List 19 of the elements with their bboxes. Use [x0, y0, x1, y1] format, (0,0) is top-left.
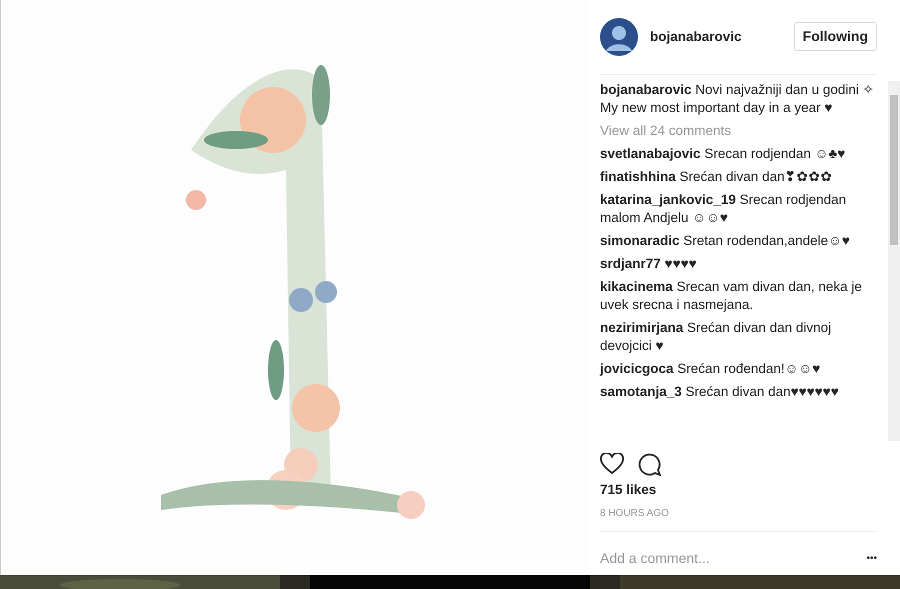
more-button[interactable]: ••• [866, 551, 877, 566]
following-button[interactable]: Following [794, 22, 877, 52]
scrollbar[interactable] [888, 80, 900, 441]
comment-text: simonaradic Sretan rodendan,andele☺♥ [600, 232, 851, 250]
comment-text: svetlanabajovic Srecan rodjendan ☺♣♥ [600, 144, 846, 163]
comment-text: nezirimirjana Srećan divan dan divnoj devojcici ♥ [600, 318, 832, 355]
comment-icon[interactable] [638, 452, 661, 476]
likes-count[interactable]: 715 likes [590, 480, 900, 500]
avatar[interactable] [600, 18, 638, 56]
heart-icon[interactable] [600, 452, 624, 475]
timestamp: 8 HOURS AGO [599, 507, 670, 521]
comment-text: kikacinema Srecan vam divan dan, neka je uvek srecna i nasmejana. [600, 278, 863, 314]
comment-text: finatishhina Srećan divan dan❣✿✿✿ [600, 168, 834, 186]
caption-text: bojanabarovic Novi najvažniji dan u godini ✧ My new most important day in a year ♥ [600, 80, 876, 117]
comment-text: katarina_jankovic_19 Srecan rodjendan malom Andjelu ☺☺♥ [600, 190, 848, 227]
username[interactable]: bojanabarovic [650, 26, 742, 47]
comment-text: srdjanr77 ♥♥♥♥ [600, 254, 698, 273]
comment-text: jovicicgoca Srećan rođendan!☺☺♥ [600, 360, 822, 378]
comment-text: samotanja_3 Srećan divan dan♥♥♥♥♥♥ [600, 382, 840, 401]
